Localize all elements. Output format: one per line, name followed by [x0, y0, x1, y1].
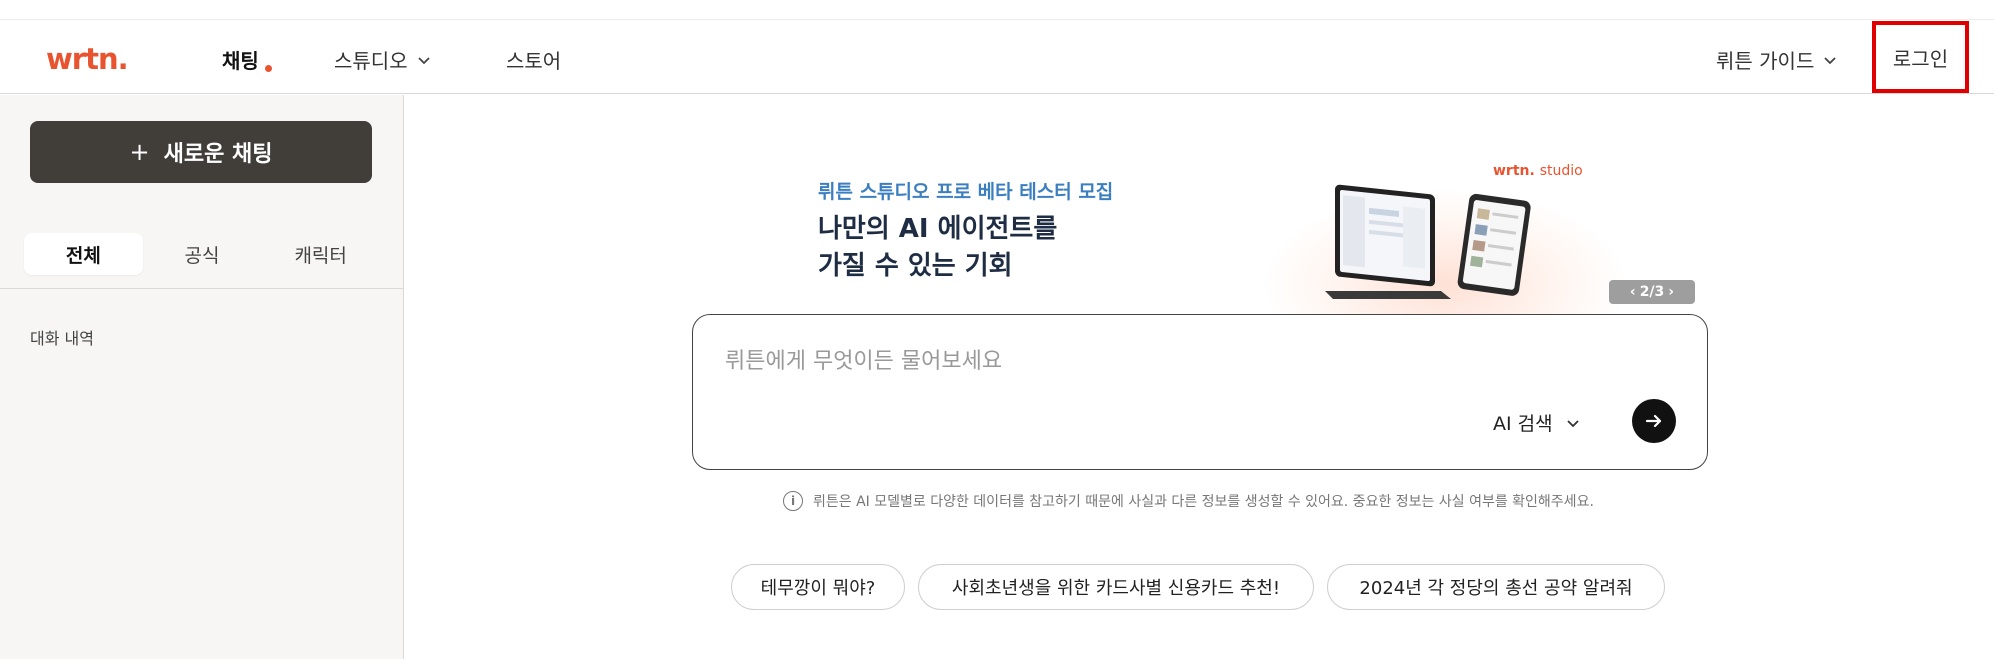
logo-text: wrtn	[46, 42, 119, 76]
disclaimer-notice: i 뤼튼은 AI 모델별로 다양한 데이터를 참고하기 때문에 사실과 다른 정…	[783, 491, 1594, 511]
main-content: 뤼튼 스튜디오 프로 베타 테스터 모집 나만의 AI 에이전트를 가질 수 있…	[405, 95, 1994, 659]
nav-store[interactable]: 스토어	[506, 45, 561, 74]
top-strip	[0, 0, 1994, 20]
info-icon: i	[783, 491, 803, 511]
guide-menu[interactable]: 뤼튼 가이드	[1716, 45, 1838, 74]
disclaimer-text: 뤼튼은 AI 모델별로 다양한 데이터를 참고하기 때문에 사실과 다른 정보를…	[813, 494, 1594, 510]
banner-title[interactable]: 나만의 AI 에이전트를 가질 수 있는 기회	[818, 211, 1057, 285]
new-chat-button[interactable]: + 새로운 채팅	[30, 121, 372, 183]
wrtn-logo[interactable]: wrtn.	[46, 42, 129, 76]
ai-search-mode-select[interactable]: AI 검색	[1493, 409, 1581, 436]
suggestion-chip-label: 사회초년생을 위한 카드사별 신용카드 추천!	[951, 578, 1281, 599]
send-button[interactable]	[1632, 399, 1676, 443]
guide-label: 뤼튼 가이드	[1716, 49, 1815, 73]
tab-official[interactable]: 공식	[143, 233, 262, 275]
top-header: wrtn. 채팅 스튜디오 스토어 뤼튼 가이드 로그인	[0, 20, 1994, 94]
prompt-input-box[interactable]: 뤼튼에게 무엇이든 물어보세요 AI 검색	[692, 314, 1708, 470]
tab-label: 전체	[65, 244, 101, 267]
laptop-illustration	[1325, 184, 1451, 299]
chat-history-heading: 대화 내역	[30, 329, 94, 348]
chevron-left-icon[interactable]: ‹	[1630, 284, 1636, 300]
nav-chat-label: 채팅	[222, 49, 259, 73]
ai-search-label: AI 검색	[1493, 413, 1553, 435]
chevron-right-icon[interactable]: ›	[1668, 284, 1674, 300]
banner-brand-logo: wrtn. studio	[1493, 163, 1583, 179]
nav-studio[interactable]: 스튜디오	[334, 45, 432, 74]
new-chat-label: 새로운 채팅	[163, 142, 273, 167]
banner-brand-text: wrtn.	[1493, 163, 1535, 179]
tablet-illustration	[1457, 193, 1531, 296]
active-dot-icon	[264, 65, 272, 72]
nav-chat[interactable]: 채팅	[222, 45, 272, 74]
tab-all[interactable]: 전체	[24, 233, 143, 275]
sidebar: + 새로운 채팅 전체 공식 캐릭터 대화 내역	[0, 95, 404, 659]
arrow-right-icon	[1645, 414, 1662, 428]
suggestion-chip-label: 2024년 각 정당의 총선 공약 알려줘	[1359, 578, 1633, 599]
plus-icon: +	[129, 138, 150, 166]
banner-subtitle[interactable]: 뤼튼 스튜디오 프로 베타 테스터 모집	[818, 177, 1113, 204]
prompt-input[interactable]: 뤼튼에게 무엇이든 물어보세요	[725, 343, 1002, 375]
suggestion-chip-label: 테무깡이 뭐야?	[760, 578, 876, 599]
chat-filter-tabs: 전체 공식 캐릭터	[24, 233, 380, 275]
suggestion-chip[interactable]: 테무깡이 뭐야?	[731, 564, 905, 610]
tab-label: 공식	[184, 244, 220, 267]
nav-studio-label: 스튜디오	[334, 49, 408, 73]
banner-title-line2: 가질 수 있는 기회	[818, 251, 1013, 281]
banner-title-line1: 나만의 AI 에이전트를	[818, 214, 1058, 244]
login-label: 로그인	[1892, 46, 1949, 71]
nav-store-label: 스토어	[506, 49, 562, 73]
banner-brand-suffix: studio	[1539, 163, 1583, 179]
logo-dot: .	[117, 42, 129, 76]
sidebar-divider	[0, 288, 403, 289]
banner-pager[interactable]: ‹ 2/3 ›	[1609, 280, 1695, 304]
chevron-down-icon	[1824, 56, 1836, 64]
tab-character[interactable]: 캐릭터	[261, 233, 380, 275]
pager-text: 2/3	[1639, 284, 1665, 300]
chevron-down-icon	[1566, 419, 1579, 427]
login-button[interactable]: 로그인	[1872, 21, 1969, 93]
suggestion-chip[interactable]: 사회초년생을 위한 카드사별 신용카드 추천!	[918, 564, 1314, 610]
tab-label: 캐릭터	[294, 244, 347, 267]
chevron-down-icon	[417, 56, 430, 64]
suggestion-chip[interactable]: 2024년 각 정당의 총선 공약 알려줘	[1327, 564, 1665, 610]
